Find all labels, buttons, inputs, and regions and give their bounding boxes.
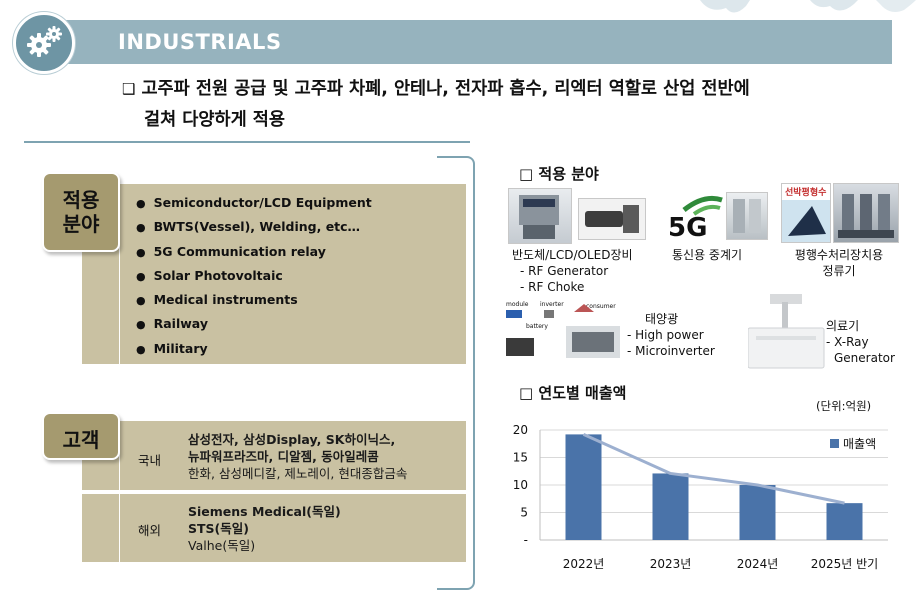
svg-text:battery: battery (526, 323, 548, 330)
legend-swatch (830, 439, 839, 448)
checkbox-bullet-icon: ❑ (122, 80, 136, 98)
medical-item-1: - X-Ray (826, 335, 869, 349)
rf-choke-image (578, 198, 646, 240)
svg-text:module: module (506, 301, 529, 308)
y-tick-label: 10 (513, 478, 528, 492)
domestic-line-1: 삼성전자, 삼성Display, SK하이닉스, (188, 432, 396, 447)
solar-item-1: - High power (627, 328, 704, 342)
semiconductor-item-1: - RF Generator (520, 264, 609, 278)
list-item: Semiconductor/LCD Equipment (136, 193, 372, 217)
applications-list: Semiconductor/LCD Equipment BWTS(Vessel)… (136, 193, 372, 363)
applications-tag-line2: 분야 (62, 212, 100, 236)
gears-icon (13, 12, 75, 74)
customers-tag-label: 고객 (62, 428, 100, 452)
bar (652, 473, 689, 540)
medical-caption: 의료기 - X-Ray Generator (826, 318, 895, 366)
overseas-line-1: Siemens Medical(독일) (188, 504, 341, 519)
medical-title: 의료기 (826, 319, 860, 333)
medical-item-2: Generator (834, 351, 895, 365)
svg-text:선박평형수: 선박평형수 (785, 186, 826, 198)
svg-text:inverter: inverter (540, 301, 564, 308)
overseas-label: 해외 (138, 523, 162, 538)
trend-line (582, 433, 845, 505)
rectifier-image (833, 183, 899, 243)
sales-section-title: □ 연도별 매출액 (519, 384, 627, 402)
bar (565, 434, 602, 540)
page-title: INDUSTRIALS (118, 30, 282, 54)
list-item: Military (136, 339, 372, 363)
y-tick-label: 5 (520, 506, 528, 520)
list-item: BWTS(Vessel), Welding, etc… (136, 217, 372, 241)
intro-line-2: 걸쳐 다양하게 적용 (144, 110, 285, 130)
bar (826, 503, 863, 540)
ballast-caption: 평행수처리장치용 정류기 (786, 247, 892, 279)
domestic-line-2: 뉴파워프라즈마, 디알젬, 동아일레콤 (188, 449, 379, 464)
y-tick-label: 15 (513, 451, 528, 465)
applications-section-title: □ 적용 분야 (519, 165, 599, 183)
applications-tag-line1: 적용 (62, 188, 100, 212)
overseas-line-2: STS(독일) (188, 521, 249, 536)
svg-text:5G: 5G (668, 213, 707, 240)
semiconductor-title: 반도체/LCD/OLED장비 (512, 248, 633, 262)
solar-title: 태양광 (645, 312, 679, 326)
applications-tag: 적용 분야 (42, 172, 120, 252)
dashed-divider (120, 491, 466, 492)
5g-logo: 5G (664, 192, 724, 243)
overseas-line-3: Valhe(독일) (188, 538, 256, 553)
semiconductor-caption: 반도체/LCD/OLED장비 - RF Generator - RF Choke (512, 247, 633, 295)
y-tick-label: 20 (513, 423, 528, 437)
customers-tag: 고객 (42, 412, 120, 460)
list-item: Railway (136, 314, 372, 338)
solar-item-2: - Microinverter (627, 344, 715, 358)
semiconductor-equipment-image (508, 188, 572, 244)
x-tick-label: 2025년 반기 (811, 557, 878, 571)
domestic-customers: 삼성전자, 삼성Display, SK하이닉스, 뉴파워프라즈마, 디알젬, 동… (188, 431, 407, 482)
ballast-line-2: 정류기 (822, 264, 856, 278)
xray-machine-image (747, 292, 828, 372)
x-tick-label: 2023년 (650, 557, 692, 571)
svg-text:consumer: consumer (586, 303, 616, 310)
section-divider (24, 141, 470, 143)
telecom-caption: 통신용 중계기 (672, 248, 743, 262)
x-tick-label: 2022년 (563, 557, 605, 571)
legend-label: 매출액 (843, 437, 876, 451)
semiconductor-item-2: - RF Choke (520, 280, 585, 294)
list-item: 5G Communication relay (136, 242, 372, 266)
ballast-water-image: 선박평형수 (781, 183, 831, 243)
list-item: Solar Photovoltaic (136, 266, 372, 290)
domestic-label: 국내 (138, 453, 162, 468)
sales-chart: - 5 10 15 20 2022년 2023년 2024년 2025년 반기 매출액 (513, 423, 888, 571)
intro-text: ❑ 고주파 전원 공급 및 고주파 차폐, 안테나, 전자파 흡수, 리엑터 역할… (122, 74, 750, 136)
domestic-line-3: 한화, 삼성메디칼, 제노레이, 현대종합금속 (188, 466, 408, 481)
bar (739, 485, 776, 540)
y-tick-label: - (524, 533, 528, 547)
unit-label: (단위:억원) (816, 399, 872, 413)
x-tick-label: 2024년 (737, 557, 779, 571)
solar-system-diagram: module inverter consumer battery (504, 298, 622, 360)
intro-line-1: 고주파 전원 공급 및 고주파 차폐, 안테나, 전자파 흡수, 리엑터 역할로… (141, 79, 750, 99)
telecom-relay-image (726, 192, 768, 240)
ballast-line-1: 평행수처리장치용 (794, 248, 884, 262)
overseas-customers: Siemens Medical(독일) STS(독일) Valhe(독일) (188, 503, 341, 554)
solar-caption: 태양광 - High power - Microinverter (627, 311, 715, 359)
world-map-decoration (690, 0, 916, 22)
list-item: Medical instruments (136, 290, 372, 314)
